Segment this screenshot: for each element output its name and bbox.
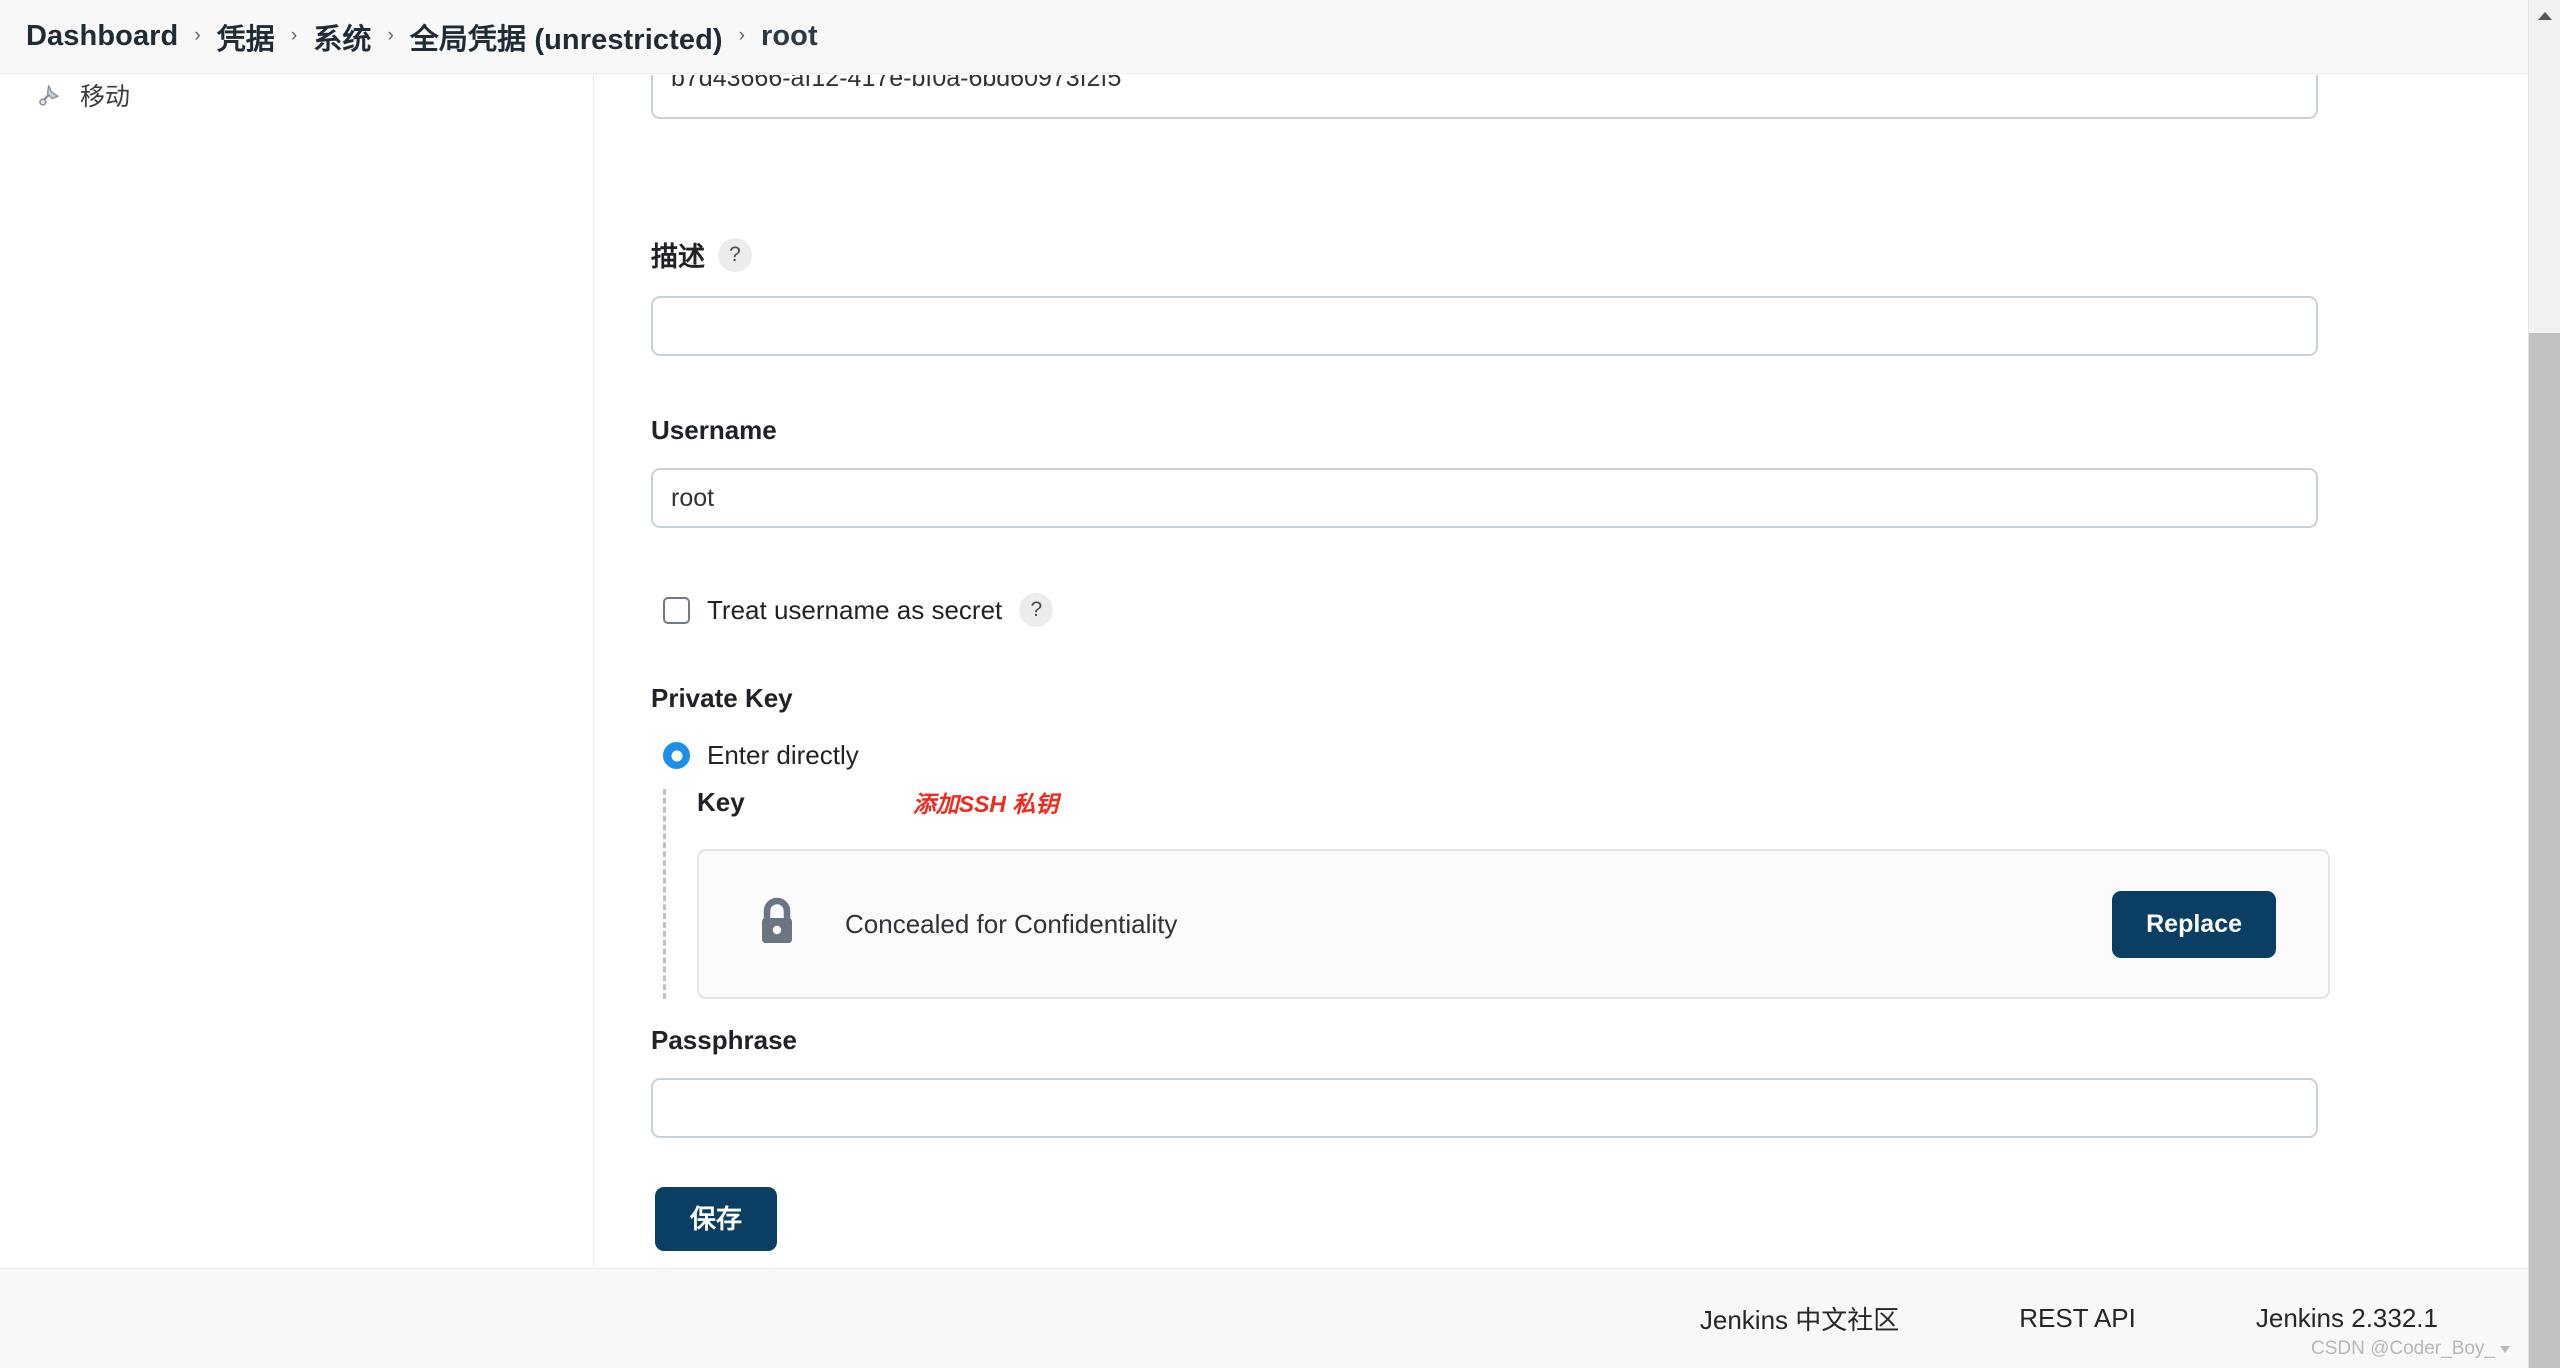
- footer-link-rest-api[interactable]: REST API: [2019, 1303, 2136, 1334]
- passphrase-input[interactable]: [651, 1078, 2318, 1138]
- breadcrumb-item-dashboard[interactable]: Dashboard: [26, 20, 178, 53]
- form-actions: 保存: [655, 1187, 778, 1251]
- treat-username-as-secret-row[interactable]: Treat username as secret ?: [663, 593, 1054, 627]
- save-button[interactable]: 保存: [655, 1187, 778, 1251]
- move-icon: [36, 80, 66, 110]
- footer-link-version[interactable]: Jenkins 2.332.1: [2256, 1303, 2438, 1334]
- scrollbar-up-arrow-icon[interactable]: [2529, 0, 2560, 32]
- username-field-group: Username: [651, 415, 2318, 528]
- breadcrumb: Dashboard › 凭据 › 系统 › 全局凭据 (unrestricted…: [0, 0, 2528, 74]
- key-annotation: 添加SSH 私钥: [912, 791, 1059, 817]
- sidebar: 移动: [0, 75, 594, 1267]
- replace-button[interactable]: Replace: [2112, 890, 2276, 958]
- breadcrumb-item-global-credentials[interactable]: 全局凭据 (unrestricted): [410, 16, 723, 58]
- username-input[interactable]: [651, 468, 2318, 528]
- footer: Jenkins 中文社区 REST API Jenkins 2.332.1: [0, 1268, 2528, 1368]
- enter-directly-radio-row[interactable]: Enter directly: [663, 740, 2330, 771]
- username-label: Username: [651, 415, 777, 445]
- breadcrumb-separator-icon: ›: [194, 25, 201, 46]
- key-label: Key: [697, 786, 745, 817]
- passphrase-label: Passphrase: [651, 1025, 797, 1055]
- concealed-secret-text: Concealed for Confidentiality: [845, 908, 1178, 939]
- watermark: CSDN @Coder_Boy_: [2311, 1338, 2512, 1360]
- credential-id-field-wrapper: b7d43666-af12-417e-bf0a-6bd60973f2f5: [651, 75, 2318, 119]
- breadcrumb-item-system[interactable]: 系统: [313, 16, 371, 58]
- enter-directly-label: Enter directly: [707, 740, 859, 770]
- private-key-label: Private Key: [651, 683, 793, 713]
- watermark-caret-icon: [2500, 1346, 2510, 1353]
- key-label-row: Key 添加SSH 私钥: [697, 785, 2330, 819]
- breadcrumb-separator-icon: ›: [387, 25, 394, 46]
- treat-username-as-secret-checkbox[interactable]: [663, 596, 690, 624]
- treat-username-as-secret-label: Treat username as secret: [707, 594, 1003, 625]
- scrollbar-thumb[interactable]: [2529, 333, 2560, 1368]
- description-help-icon[interactable]: ?: [718, 237, 752, 272]
- watermark-text: CSDN @Coder_Boy_: [2310, 1338, 2495, 1359]
- page-root: Dashboard › 凭据 › 系统 › 全局凭据 (unrestricted…: [0, 0, 2560, 1368]
- description-field-group: 描述 ?: [651, 235, 2318, 356]
- breadcrumb-separator-icon: ›: [290, 25, 298, 46]
- breadcrumb-item-credentials[interactable]: 凭据: [217, 16, 275, 58]
- treat-username-as-secret-help-icon[interactable]: ?: [1019, 593, 1054, 627]
- main-content: b7d43666-af12-417e-bf0a-6bd60973f2f5 描述 …: [595, 75, 2528, 1267]
- credential-id-input[interactable]: b7d43666-af12-417e-bf0a-6bd60973f2f5: [651, 75, 2318, 119]
- sidebar-item-label: 移动: [80, 83, 131, 111]
- concealed-secret-left: Concealed for Confidentiality: [755, 897, 1177, 952]
- concealed-secret-box: Concealed for Confidentiality Replace: [697, 849, 2330, 999]
- description-label: 描述: [651, 242, 705, 272]
- description-input[interactable]: [651, 296, 2318, 356]
- sidebar-item-move[interactable]: 移动: [0, 75, 593, 115]
- key-nested-block: Key 添加SSH 私钥 Concealed for Confidentiali…: [663, 785, 2330, 999]
- page-scrollbar[interactable]: [2528, 0, 2560, 1368]
- passphrase-field-group: Passphrase: [651, 1025, 2318, 1138]
- description-label-row: 描述 ?: [651, 235, 2318, 274]
- breadcrumb-item-root[interactable]: root: [761, 20, 818, 53]
- breadcrumb-separator-icon: ›: [738, 25, 745, 46]
- enter-directly-radio[interactable]: [663, 742, 690, 769]
- footer-link-community[interactable]: Jenkins 中文社区: [1700, 1300, 1899, 1337]
- private-key-group: Private Key Enter directly Key 添加SSH 私钥: [651, 683, 2330, 999]
- lock-icon: [755, 897, 799, 952]
